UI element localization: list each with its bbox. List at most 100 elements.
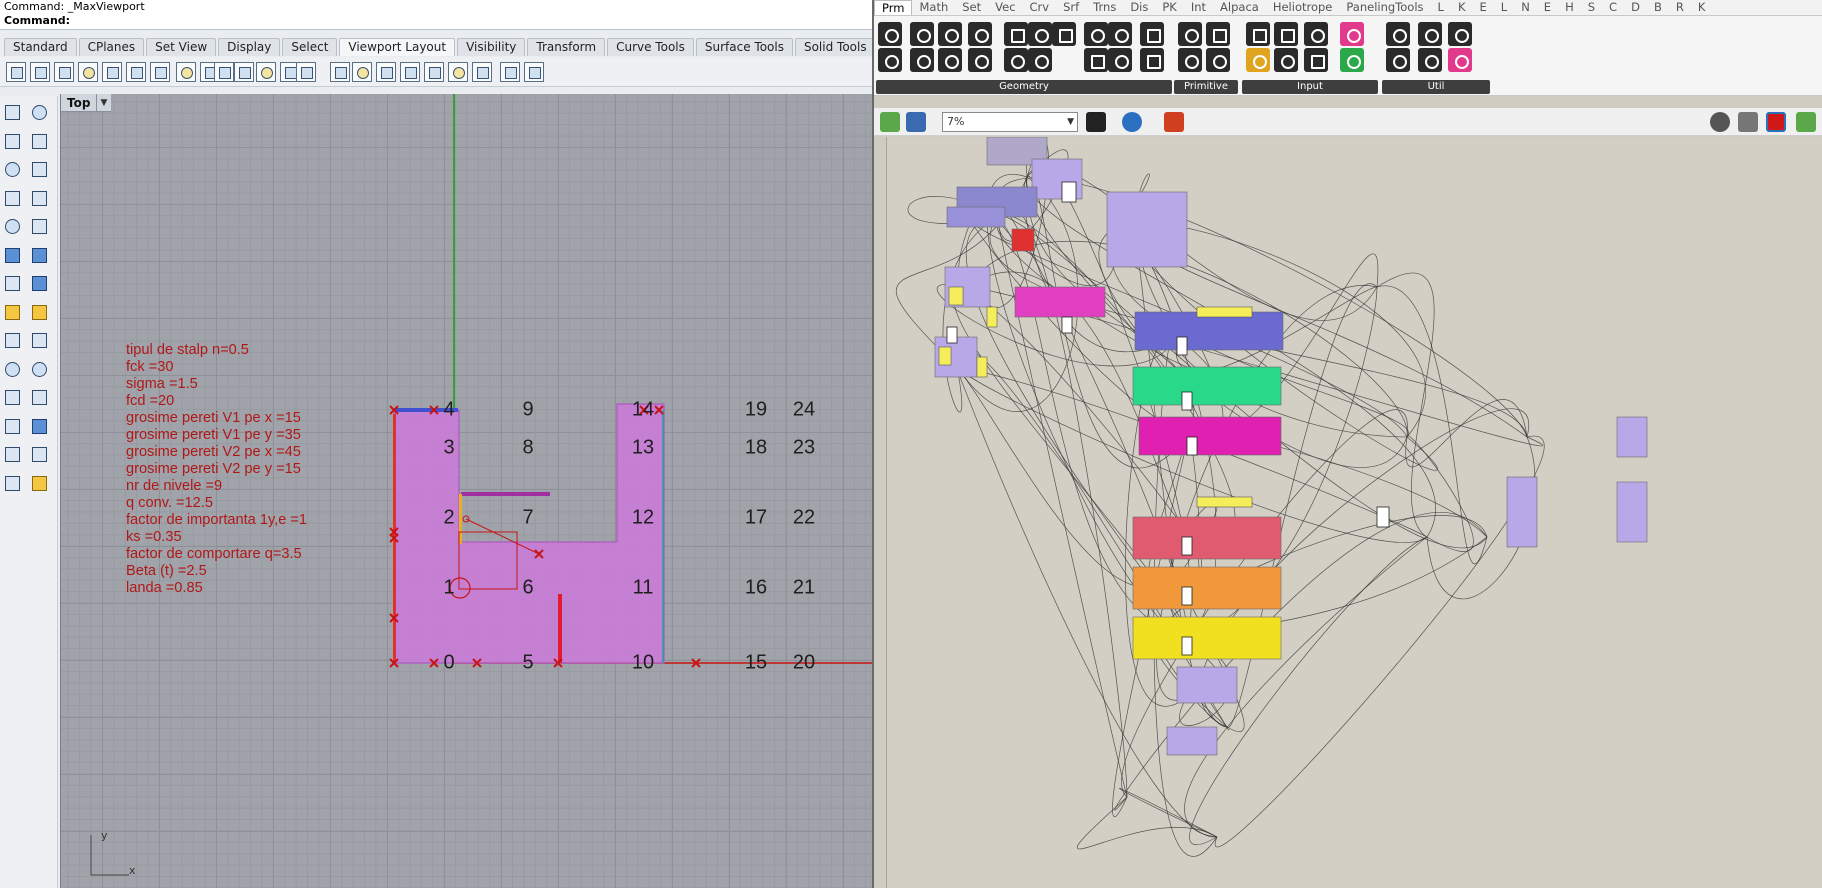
viewport-layout-tool-icon[interactable]	[376, 62, 396, 82]
gh-component-icon[interactable]	[1178, 48, 1202, 72]
gh-component-icon[interactable]	[1140, 22, 1164, 46]
modeling-tool-icon[interactable]	[2, 416, 22, 436]
gh-component-icon[interactable]	[1004, 22, 1028, 46]
modeling-tool-icon[interactable]	[2, 330, 22, 350]
gh-tab[interactable]: K	[1691, 0, 1713, 15]
gh-tab[interactable]: Set	[955, 0, 988, 15]
viewport-layout-tool-icon[interactable]	[102, 62, 122, 82]
bake-icon[interactable]	[1796, 112, 1816, 132]
modeling-tool-icon[interactable]	[2, 359, 22, 379]
modeling-tool-icon[interactable]	[29, 387, 49, 407]
modeling-tool-icon[interactable]	[29, 273, 49, 293]
gh-group[interactable]	[1011, 228, 1035, 252]
gh-param-component[interactable]	[1181, 391, 1193, 411]
gh-tab[interactable]: PanelingTools	[1339, 0, 1430, 15]
viewport-layout-tool-icon[interactable]	[214, 62, 234, 82]
gh-component-icon[interactable]	[1004, 48, 1028, 72]
viewport-layout-tool-icon[interactable]	[424, 62, 444, 82]
gh-group[interactable]	[1134, 311, 1284, 351]
zoom-extents-icon[interactable]	[1086, 112, 1106, 132]
gh-param-component[interactable]	[946, 326, 958, 344]
gh-component-icon[interactable]	[938, 22, 962, 46]
viewport-layout-tool-icon[interactable]	[352, 62, 372, 82]
sketch-pen-icon[interactable]	[1164, 112, 1184, 132]
gh-component-icon[interactable]	[1274, 22, 1298, 46]
gh-tab[interactable]: H	[1558, 0, 1581, 15]
gh-component-icon[interactable]	[968, 22, 992, 46]
gh-tab[interactable]: Srf	[1056, 0, 1086, 15]
gh-panel-component[interactable]	[976, 356, 988, 378]
gh-group[interactable]	[1616, 416, 1648, 458]
preview-wire-icon[interactable]	[1710, 112, 1730, 132]
gh-tab[interactable]: N	[1514, 0, 1537, 15]
modeling-tool-icon[interactable]	[29, 444, 49, 464]
gh-group[interactable]	[1616, 481, 1648, 543]
gh-component-icon[interactable]	[1418, 22, 1442, 46]
gh-component-icon[interactable]	[1274, 48, 1298, 72]
gh-component-icon[interactable]	[878, 22, 902, 46]
rhino-tab[interactable]: Solid Tools	[794, 38, 876, 56]
gh-component-icon[interactable]	[1178, 22, 1202, 46]
gh-param-component[interactable]	[1061, 316, 1073, 334]
gh-component-icon[interactable]	[1418, 48, 1442, 72]
gh-tab[interactable]: B	[1647, 0, 1669, 15]
gh-component-icon[interactable]	[1304, 48, 1328, 72]
viewport-layout-tool-icon[interactable]	[400, 62, 420, 82]
gh-tab[interactable]: E	[1537, 0, 1558, 15]
viewport-layout-tool-icon[interactable]	[256, 62, 276, 82]
gh-component-icon[interactable]	[1340, 22, 1364, 46]
gh-group[interactable]	[1506, 476, 1538, 548]
gh-tab[interactable]: L	[1431, 0, 1451, 15]
gh-group[interactable]	[1176, 666, 1238, 704]
viewport-layout-tool-icon[interactable]	[6, 62, 26, 82]
modeling-tool-icon[interactable]	[29, 131, 49, 151]
open-file-icon[interactable]	[880, 112, 900, 132]
gh-tab[interactable]: E	[1472, 0, 1493, 15]
modeling-tool-icon[interactable]	[29, 159, 49, 179]
gh-component-icon[interactable]	[1108, 48, 1132, 72]
gh-tab[interactable]: Heliotrope	[1266, 0, 1340, 15]
rhino-tab[interactable]: Transform	[527, 38, 606, 56]
modeling-tool-icon[interactable]	[2, 102, 22, 122]
modeling-tool-icon[interactable]	[2, 302, 22, 322]
gh-component-icon[interactable]	[1304, 22, 1328, 46]
gh-component-icon[interactable]	[1386, 22, 1410, 46]
gh-param-component[interactable]	[1181, 536, 1193, 556]
zoom-dropdown[interactable]: 7% ▼	[942, 112, 1078, 132]
gh-group[interactable]	[946, 206, 1006, 228]
gh-group[interactable]	[1166, 726, 1218, 756]
viewport-layout-tool-icon[interactable]	[296, 62, 316, 82]
gh-component-icon[interactable]	[1448, 48, 1472, 72]
preview-eye-icon[interactable]	[1122, 112, 1142, 132]
gh-component-icon[interactable]	[1246, 48, 1270, 72]
modeling-tool-icon[interactable]	[2, 387, 22, 407]
gh-panel-component[interactable]	[986, 306, 998, 328]
preview-selected-icon[interactable]	[1766, 112, 1786, 132]
rhino-tab[interactable]: Set View	[146, 38, 217, 56]
modeling-tool-icon[interactable]	[2, 473, 22, 493]
gh-param-component[interactable]	[1176, 336, 1188, 356]
viewport-layout-tool-icon[interactable]	[330, 62, 350, 82]
viewport-layout-tool-icon[interactable]	[234, 62, 254, 82]
gh-component-icon[interactable]	[1028, 22, 1052, 46]
gh-param-component[interactable]	[1181, 586, 1193, 606]
gh-param-component[interactable]	[1376, 506, 1390, 528]
gh-component-icon[interactable]	[1108, 22, 1132, 46]
gh-panel-component[interactable]	[1196, 306, 1253, 318]
modeling-tool-icon[interactable]	[29, 359, 49, 379]
viewport-layout-tool-icon[interactable]	[150, 62, 170, 82]
gh-tab[interactable]: Trns	[1086, 0, 1123, 15]
gh-tab[interactable]: S	[1581, 0, 1602, 15]
gh-group[interactable]	[1138, 416, 1282, 456]
gh-group[interactable]	[1132, 516, 1282, 560]
modeling-tool-icon[interactable]	[29, 102, 49, 122]
gh-component-icon[interactable]	[1028, 48, 1052, 72]
gh-component-icon[interactable]	[1140, 48, 1164, 72]
rhino-tab[interactable]: CPlanes	[78, 38, 145, 56]
viewport-layout-tool-icon[interactable]	[126, 62, 146, 82]
command-prompt[interactable]: Command:	[0, 14, 872, 30]
rhino-tab[interactable]: Select	[282, 38, 338, 56]
gh-param-component[interactable]	[1186, 436, 1198, 456]
modeling-tool-icon[interactable]	[29, 416, 49, 436]
gh-tab[interactable]: Math	[912, 0, 955, 15]
